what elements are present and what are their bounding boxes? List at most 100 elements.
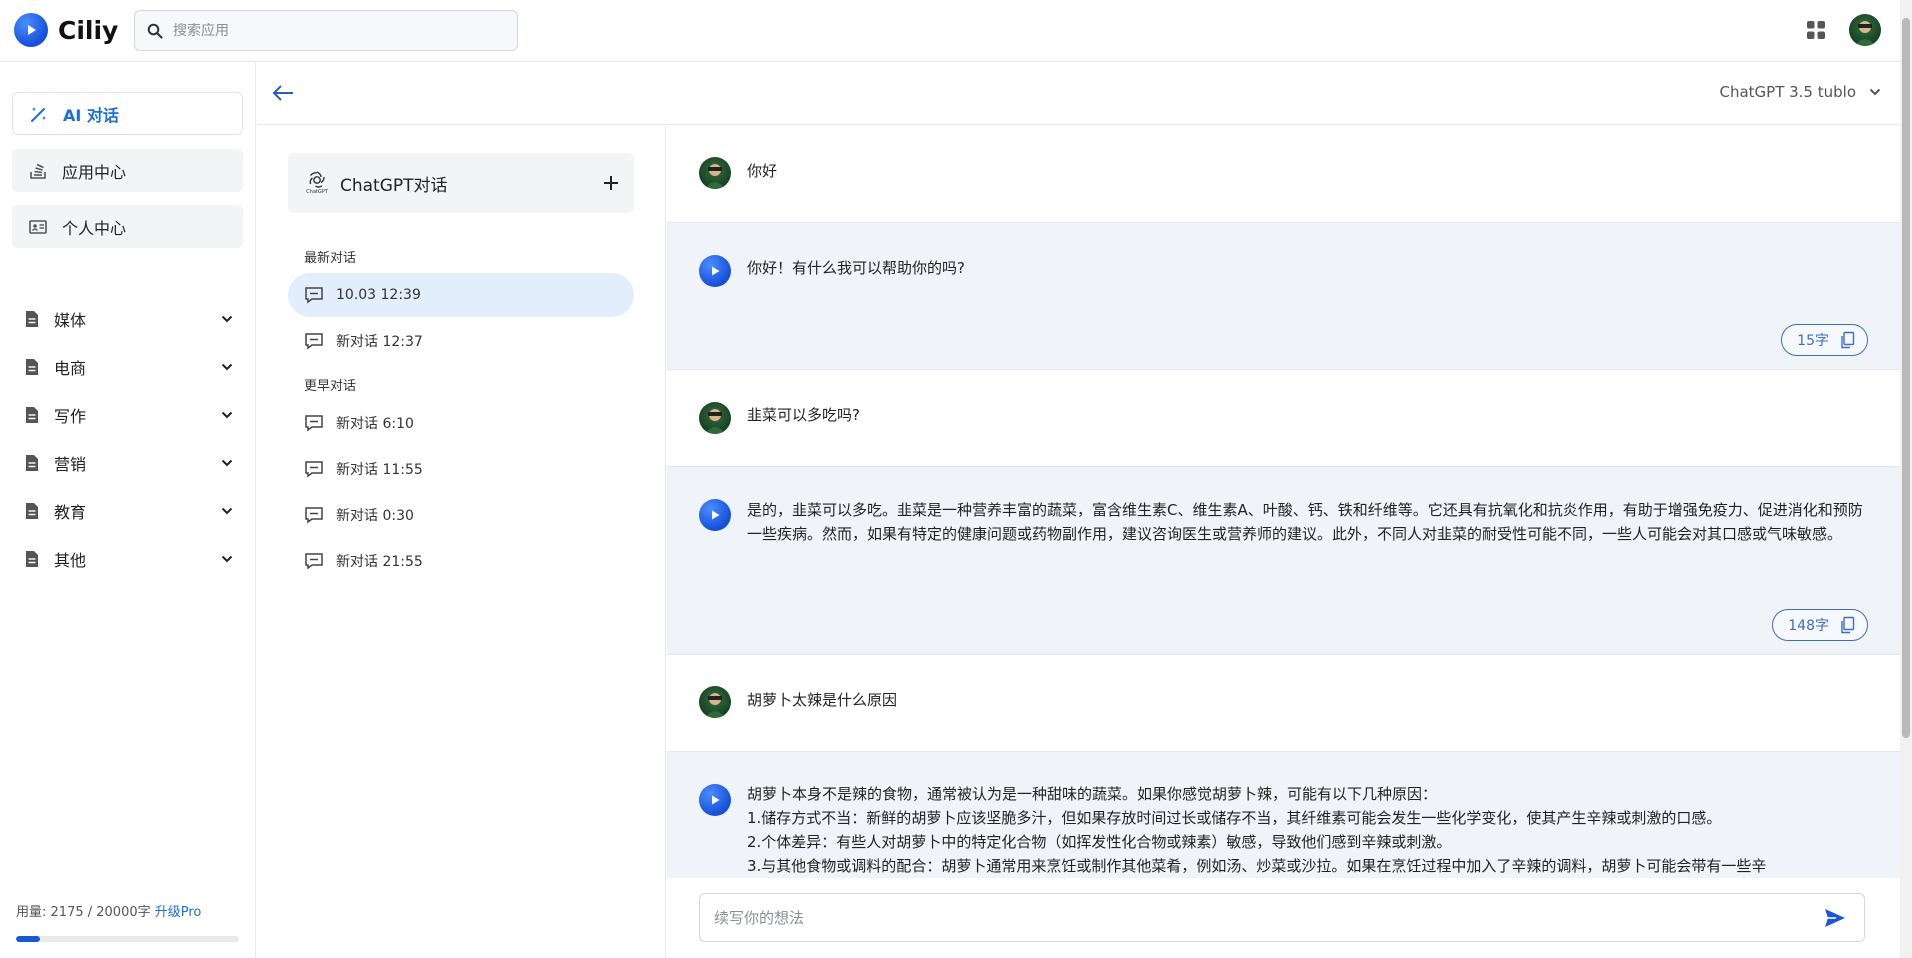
message-input-box[interactable] — [699, 893, 1865, 942]
user-avatar[interactable] — [1849, 14, 1881, 46]
left-sidebar: AI 对话 应用中心 个人中心 媒体 电商 写作 营销 教育 其他 用量: 21… — [0, 63, 256, 958]
conversation-label: 10.03 12:39 — [336, 287, 421, 303]
usage-progress-bar — [16, 936, 239, 942]
chat-bubble-icon — [304, 552, 324, 570]
usage-progress-fill — [16, 936, 41, 942]
conversation-list-title: ChatGPT对话 — [340, 175, 448, 196]
chat-bubble-icon — [304, 332, 324, 350]
scrollbar-thumb[interactable] — [1902, 18, 1910, 738]
document-icon — [24, 406, 40, 424]
chevron-down-icon — [220, 504, 234, 518]
user-avatar — [699, 157, 731, 189]
page-scrollbar[interactable] — [1900, 0, 1912, 958]
message-text: 韭菜可以多吃吗? — [747, 406, 860, 424]
send-icon[interactable] — [1824, 908, 1846, 928]
conversation-item[interactable]: 新对话 12:37 — [288, 319, 634, 363]
document-icon — [24, 550, 40, 568]
document-icon — [24, 358, 40, 376]
conversation-item[interactable]: 新对话 6:10 — [288, 401, 634, 445]
message-input[interactable] — [714, 908, 1824, 927]
message-line: 1.储存方式不当：新鲜的胡萝卜应该坚脆多汁，但如果存放时间过长或储存不当，其纤维… — [747, 809, 1722, 827]
conversation-item[interactable]: 10.03 12:39 — [288, 273, 634, 317]
user-message: 你好 — [667, 126, 1900, 222]
search-input[interactable] — [173, 22, 493, 39]
stack-icon — [28, 161, 48, 181]
chatgpt-logo-caption: ChatGPT — [306, 189, 328, 195]
chat-bubble-icon — [304, 286, 324, 304]
chevron-down-icon — [1868, 85, 1882, 99]
conversation-list: ChatGPT ChatGPT对话 最新对话 10.03 12:39 新对话 1… — [257, 126, 666, 958]
play-logo-icon — [14, 13, 48, 47]
nav-label: AI 对话 — [63, 105, 119, 125]
category-label: 其他 — [54, 551, 87, 570]
message-text: 胡萝卜本身不是辣的食物，通常被认为是一种甜味的蔬菜。如果你感觉胡萝卜辣，可能有以… — [747, 782, 1870, 878]
conversation-item[interactable]: 新对话 11:55 — [288, 447, 634, 491]
conversation-label: 新对话 0:30 — [336, 508, 414, 524]
word-count: 15字 — [1797, 333, 1829, 349]
category-label: 教育 — [54, 503, 87, 522]
group-label-earlier: 更早对话 — [304, 379, 357, 394]
magic-wand-icon — [29, 104, 49, 124]
conversation-item[interactable]: 新对话 0:30 — [288, 493, 634, 537]
conversation-label: 新对话 12:37 — [336, 334, 423, 350]
group-label-latest: 最新对话 — [304, 251, 357, 266]
app-name: Ciliy — [58, 15, 119, 45]
ai-message: 胡萝卜本身不是辣的食物，通常被认为是一种甜味的蔬菜。如果你感觉胡萝卜辣，可能有以… — [667, 751, 1900, 878]
document-icon — [24, 502, 40, 520]
nav-label: 应用中心 — [62, 162, 127, 182]
copy-icon — [1839, 616, 1855, 634]
category-writing[interactable]: 写作 — [24, 400, 234, 430]
model-selector[interactable]: ChatGPT 3.5 tublo — [1719, 83, 1882, 101]
message-thread: 你好 你好！有什么我可以帮助你的吗? 15字 韭菜可以多吃吗? 是的，韭菜可以多… — [667, 126, 1900, 878]
category-education[interactable]: 教育 — [24, 496, 234, 526]
nav-personal-center[interactable]: 个人中心 — [12, 205, 243, 248]
back-arrow-icon[interactable] — [271, 83, 295, 103]
copy-icon — [1839, 331, 1855, 349]
conversation-label: 新对话 6:10 — [336, 416, 414, 432]
user-message: 韭菜可以多吃吗? — [667, 370, 1900, 466]
chevron-down-icon — [220, 456, 234, 470]
app-logo[interactable]: Ciliy — [14, 13, 118, 47]
usage-info: 用量: 2175 / 20000字 升级Pro — [16, 901, 201, 920]
conversation-label: 新对话 21:55 — [336, 554, 423, 570]
conversation-list-header: ChatGPT ChatGPT对话 — [288, 153, 634, 213]
apps-grid-icon[interactable] — [1806, 20, 1826, 40]
nav-label: 个人中心 — [62, 218, 127, 238]
new-conversation-plus-icon[interactable] — [602, 174, 620, 192]
message-line: 3.与其他食物或调料的配合：胡萝卜通常用来烹饪或制作其他菜肴，例如汤、炒菜或沙拉… — [747, 857, 1767, 875]
category-label: 媒体 — [54, 311, 87, 330]
word-count-copy-button[interactable]: 148字 — [1772, 609, 1868, 641]
message-text: 你好 — [747, 162, 778, 180]
composer — [667, 879, 1900, 958]
bot-avatar-icon — [699, 499, 731, 531]
chevron-down-icon — [220, 408, 234, 422]
category-other[interactable]: 其他 — [24, 544, 234, 574]
usage-label: 用量: — [16, 905, 47, 920]
nav-ai-chat[interactable]: AI 对话 — [12, 92, 243, 135]
category-label: 电商 — [54, 359, 87, 378]
nav-app-center[interactable]: 应用中心 — [12, 149, 243, 192]
search-bar[interactable] — [134, 10, 518, 51]
category-marketing[interactable]: 营销 — [24, 448, 234, 478]
category-media[interactable]: 媒体 — [24, 304, 234, 334]
category-ecommerce[interactable]: 电商 — [24, 352, 234, 382]
search-icon — [147, 23, 163, 39]
message-text: 胡萝卜太辣是什么原因 — [747, 691, 898, 709]
chevron-down-icon — [220, 360, 234, 374]
chat-bubble-icon — [304, 414, 324, 432]
chat-header: ChatGPT 3.5 tublo — [257, 63, 1900, 125]
word-count: 148字 — [1788, 618, 1829, 634]
category-label: 写作 — [54, 407, 87, 426]
chatgpt-logo-icon: ChatGPT — [304, 170, 330, 196]
upgrade-pro-link[interactable]: 升级Pro — [155, 905, 202, 920]
conversation-label: 新对话 11:55 — [336, 462, 423, 478]
chevron-down-icon — [220, 552, 234, 566]
conversation-item[interactable]: 新对话 21:55 — [288, 539, 634, 583]
word-count-copy-button[interactable]: 15字 — [1781, 324, 1868, 356]
bot-avatar-icon — [699, 255, 731, 287]
document-icon — [24, 454, 40, 472]
usage-value: 2175 / 20000字 — [50, 905, 151, 920]
ai-message: 是的，韭菜可以多吃。韭菜是一种营养丰富的蔬菜，富含维生素C、维生素A、叶酸、钙、… — [667, 466, 1900, 655]
user-avatar — [699, 402, 731, 434]
model-name: ChatGPT 3.5 tublo — [1719, 83, 1856, 101]
